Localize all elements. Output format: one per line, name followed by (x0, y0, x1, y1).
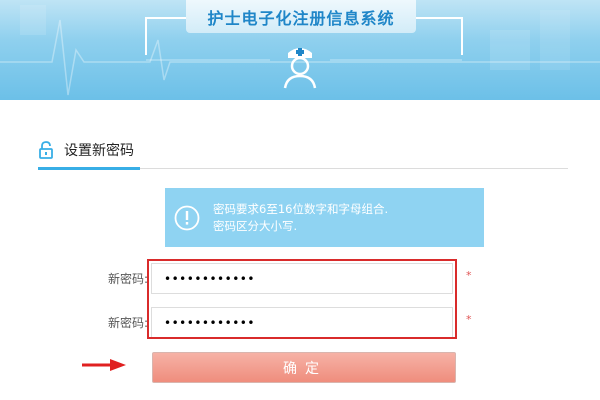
section-title: 设置新密码 (64, 143, 134, 159)
confirm-button[interactable]: 确定 (152, 352, 456, 383)
header-banner: 护士电子化注册信息系统 (0, 0, 600, 100)
info-icon (174, 205, 200, 230)
section-header: 设置新密码 (38, 140, 134, 160)
confirm-password-row: 新密码: * (0, 305, 600, 341)
notice-line: 密码要求6至16位数字和字母组合. (213, 201, 389, 216)
lock-icon (39, 141, 53, 159)
new-password-label: 新密码: (107, 272, 148, 286)
confirm-password-label: 新密码: (107, 316, 148, 330)
password-requirements-notice: 密码要求6至16位数字和字母组合. 密码区分大小写. (165, 188, 484, 247)
new-password-input[interactable] (151, 263, 453, 294)
new-password-row: 新密码: * (0, 261, 600, 297)
required-mark: * (466, 313, 472, 326)
red-arrow-icon (82, 359, 126, 371)
system-title-box: 护士电子化注册信息系统 (186, 0, 416, 33)
notice-line: 密码区分大小写. (213, 218, 298, 233)
nurse-avatar-icon (283, 48, 317, 89)
section-divider-accent (38, 167, 140, 170)
required-mark: * (466, 269, 472, 282)
system-title: 护士电子化注册信息系统 (207, 8, 395, 28)
confirm-password-input[interactable] (151, 307, 453, 338)
notice-text: 密码要求6至16位数字和字母组合. 密码区分大小写. (213, 201, 388, 235)
